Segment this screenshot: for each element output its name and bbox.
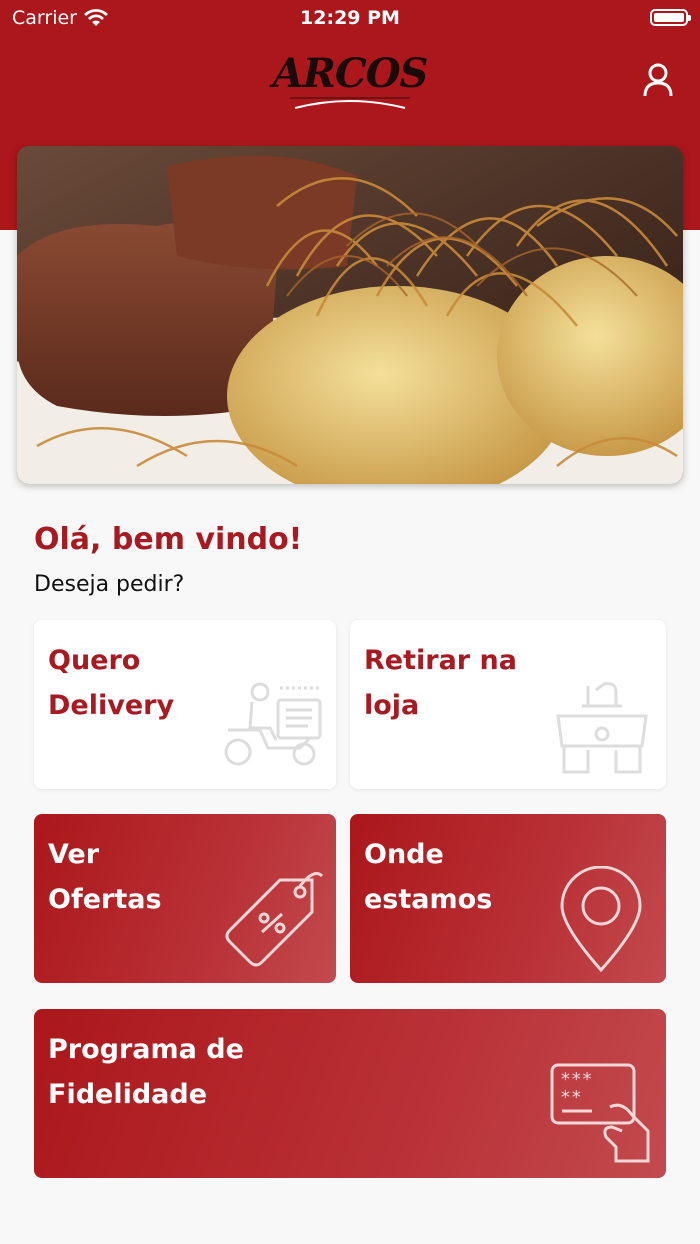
profile-button[interactable]	[638, 60, 678, 100]
welcome-title: Olá, bem vindo!	[34, 522, 303, 557]
delivery-card[interactable]: Quero Delivery	[34, 620, 336, 789]
pickup-card[interactable]: Retirar na loja	[350, 620, 666, 789]
loyalty-card-label: Programa de Fidelidade	[48, 1034, 244, 1110]
welcome-subtitle: Deseja pedir?	[34, 572, 185, 597]
offers-card-label: Ver Ofertas	[48, 839, 162, 915]
location-pin-icon	[560, 866, 642, 973]
offers-card[interactable]: Ver Ofertas	[34, 814, 336, 983]
delivery-card-label: Quero Delivery	[48, 645, 175, 721]
loyalty-card[interactable]: Programa de Fidelidade *** **	[34, 1009, 666, 1178]
pickup-card-label: Retirar na loja	[364, 645, 517, 721]
store-pickup-icon	[556, 682, 648, 774]
card-payment-icon: *** **	[550, 1063, 650, 1163]
locations-card-label: Onde estamos	[364, 839, 493, 915]
svg-text:**: **	[560, 1087, 582, 1108]
discount-tag-icon	[225, 872, 324, 967]
status-time: 12:29 PM	[300, 7, 400, 29]
arcos-logo: ARCOS	[250, 50, 450, 112]
delivery-scooter-icon	[224, 682, 322, 766]
status-bar: Carrier 12:29 PM	[0, 0, 700, 36]
user-icon	[643, 63, 673, 97]
locations-card[interactable]: Onde estamos	[350, 814, 666, 983]
battery-icon	[650, 9, 691, 26]
hero-food-image	[17, 146, 683, 484]
